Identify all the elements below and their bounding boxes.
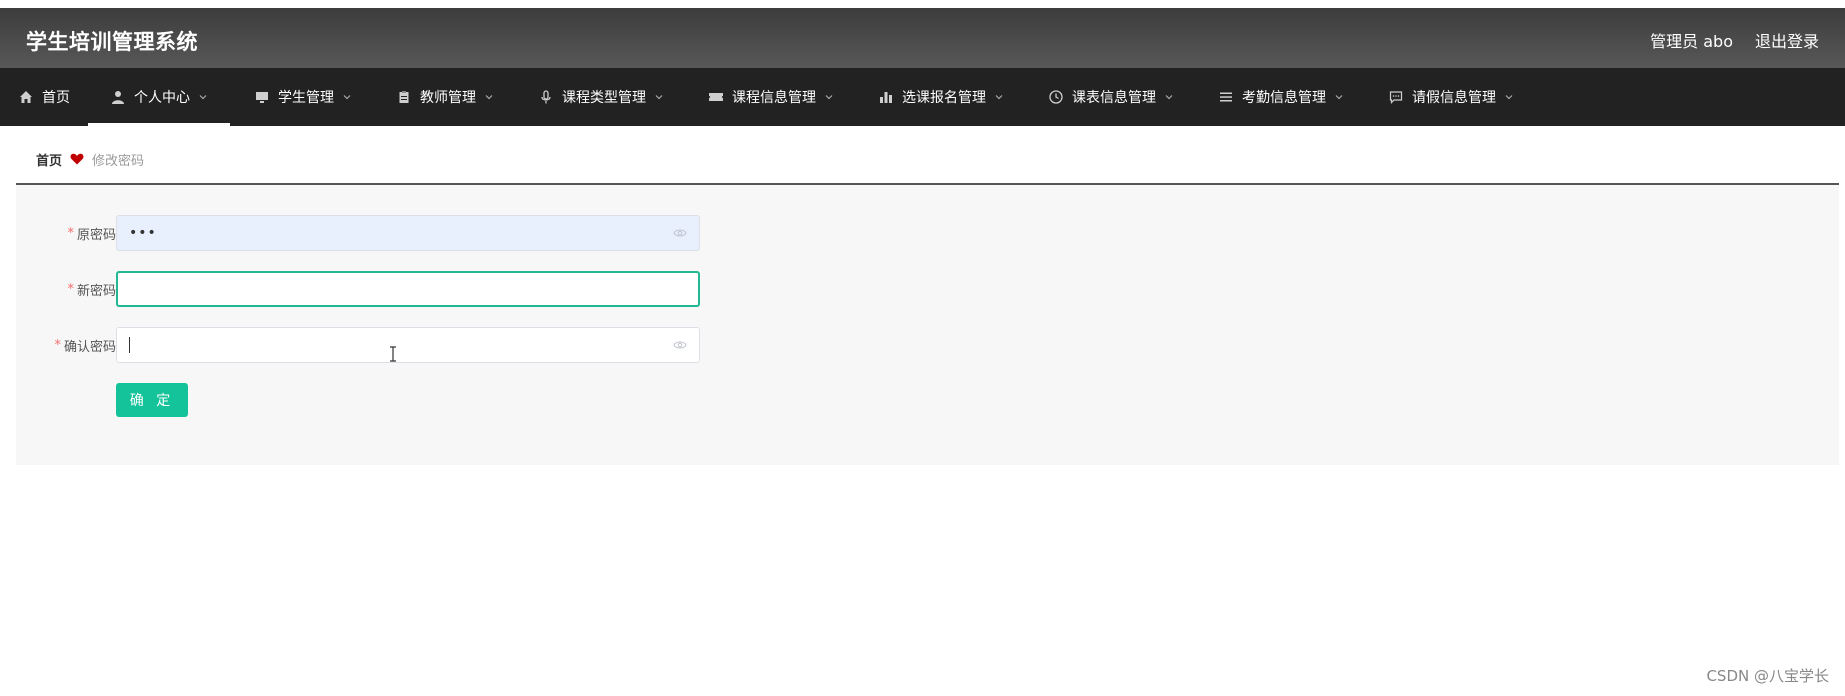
chevron-down-icon xyxy=(198,92,208,102)
list-icon xyxy=(1218,89,1234,105)
breadcrumb-home[interactable]: 首页 xyxy=(36,150,62,169)
required-asterisk: * xyxy=(67,225,74,241)
current-user-label: 管理员 abo xyxy=(1650,32,1733,51)
old-password-label: * 原密码 xyxy=(67,225,116,243)
old-password-input[interactable]: ••• xyxy=(116,215,700,251)
confirm-password-label: * 确认密码 xyxy=(54,337,116,355)
confirm-password-input[interactable] xyxy=(116,327,700,363)
watermark: CSDN @八宝学长 xyxy=(1706,667,1829,685)
nav-item-leave-management[interactable]: 请假信息管理 xyxy=(1362,68,1532,126)
main-content: 首页 修改密码 * 原密码 ••• * 新密码 * 确认密码 确 定 xyxy=(16,135,1839,465)
header-user-area: 管理员 abo 退出登录 xyxy=(1650,28,1819,52)
bar-chart-icon xyxy=(878,89,894,105)
change-password-form: * 原密码 ••• * 新密码 * 确认密码 确 定 xyxy=(16,215,736,439)
nav-item-course-info-management[interactable]: 课程信息管理 xyxy=(682,68,852,126)
user-icon xyxy=(110,89,126,105)
nav-item-label: 选课报名管理 xyxy=(902,90,986,106)
required-asterisk: * xyxy=(67,281,74,297)
monitor-icon xyxy=(254,89,270,105)
chevron-down-icon xyxy=(994,92,1004,102)
new-password-input[interactable] xyxy=(116,271,700,307)
nav-item-label: 学生管理 xyxy=(278,90,334,106)
text-caret xyxy=(129,337,130,353)
chevron-down-icon xyxy=(484,92,494,102)
nav-item-label: 课表信息管理 xyxy=(1072,90,1156,106)
nav-item-label: 考勤信息管理 xyxy=(1242,90,1326,106)
nav-item-enrollment-management[interactable]: 选课报名管理 xyxy=(852,68,1022,126)
logout-link[interactable]: 退出登录 xyxy=(1755,28,1819,52)
clipboard-icon xyxy=(396,89,412,105)
chat-icon xyxy=(1388,89,1404,105)
nav-item-attendance-management[interactable]: 考勤信息管理 xyxy=(1192,68,1362,126)
old-password-value: ••• xyxy=(129,225,157,241)
nav-item-student-management[interactable]: 学生管理 xyxy=(230,68,370,126)
confirm-password-row: * 确认密码 xyxy=(16,327,736,363)
nav-item-label: 课程信息管理 xyxy=(732,90,816,106)
app-header: 学生培训管理系统 管理员 abo 退出登录 xyxy=(0,8,1845,68)
nav-item-home[interactable]: 首页 xyxy=(0,68,88,126)
nav-item-course-type-management[interactable]: 课程类型管理 xyxy=(512,68,682,126)
clock-icon xyxy=(1048,89,1064,105)
nav-item-teacher-management[interactable]: 教师管理 xyxy=(370,68,512,126)
new-password-label: * 新密码 xyxy=(67,281,116,299)
heart-icon xyxy=(70,153,84,165)
nav-item-label: 首页 xyxy=(42,90,70,106)
chevron-down-icon xyxy=(1334,92,1344,102)
top-strip xyxy=(0,0,1845,8)
chevron-down-icon xyxy=(824,92,834,102)
main-nav: 首页 个人中心 学生管理 教师管理 课程类型管理 课程信息管理 选课报名管理 课… xyxy=(0,68,1845,126)
ticket-icon xyxy=(708,89,724,105)
nav-item-label: 个人中心 xyxy=(134,90,190,106)
text-cursor-icon xyxy=(389,346,397,366)
chevron-down-icon xyxy=(342,92,352,102)
nav-item-label: 教师管理 xyxy=(420,90,476,106)
home-icon xyxy=(18,89,34,105)
breadcrumb-current: 修改密码 xyxy=(92,153,145,169)
old-password-row: * 原密码 ••• xyxy=(16,215,736,251)
chevron-down-icon xyxy=(1164,92,1174,102)
chevron-down-icon xyxy=(654,92,664,102)
microphone-icon xyxy=(538,89,554,105)
required-asterisk: * xyxy=(54,337,61,353)
eye-icon[interactable] xyxy=(673,340,687,350)
nav-item-label: 课程类型管理 xyxy=(562,90,646,106)
confirm-button[interactable]: 确 定 xyxy=(116,383,188,417)
nav-item-label: 请假信息管理 xyxy=(1412,90,1496,106)
new-password-row: * 新密码 xyxy=(16,271,736,307)
nav-item-schedule-management[interactable]: 课表信息管理 xyxy=(1022,68,1192,126)
submit-row: 确 定 xyxy=(16,383,736,419)
breadcrumb: 首页 修改密码 xyxy=(16,135,1839,185)
chevron-down-icon xyxy=(1504,92,1514,102)
eye-icon[interactable] xyxy=(673,228,687,238)
app-title: 学生培训管理系统 xyxy=(26,30,198,54)
nav-item-personal-center[interactable]: 个人中心 xyxy=(88,68,230,126)
